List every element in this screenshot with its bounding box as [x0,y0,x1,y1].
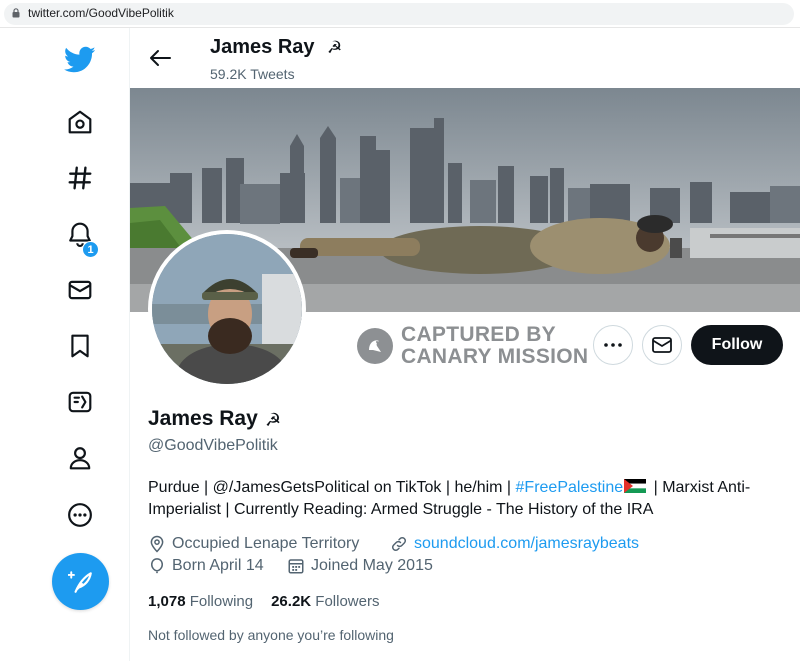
following-count: 1,078 [148,593,186,610]
hashtag-link[interactable]: #FreePalestine [516,479,624,496]
header-name: James Ray [210,36,315,58]
notification-badge: 1 [82,241,99,258]
message-button[interactable] [642,325,682,365]
website-row: soundcloud.com/jamesraybeats [390,535,639,553]
not-followed-note: Not followed by anyone you’re following [148,627,394,643]
profile-handle: @GoodVibePolitik [148,437,278,454]
joined-text: Joined May 2015 [311,557,433,574]
following-link[interactable]: 1,078 Following [148,593,253,610]
birthday-row: Born April 14 [148,557,264,575]
left-nav: 1 [0,28,130,661]
browser-url-bar: twitter.com/GoodVibePolitik [0,0,800,28]
profile-name-symbol: ☭ [265,410,282,430]
palestine-flag-icon [624,479,647,493]
explore-hashtag-icon[interactable] [58,156,102,200]
lock-icon [12,8,20,18]
balloon-icon [150,558,164,574]
envelope-icon [652,337,672,353]
follow-button[interactable]: Follow [691,325,783,365]
more-options-icon[interactable] [58,493,102,537]
location-text: Occupied Lenape Territory [172,535,360,552]
link-icon [391,536,407,552]
header-tweet-count: 59.2K Tweets [210,66,295,82]
joined-row: Joined May 2015 [287,557,433,575]
back-button[interactable] [146,46,174,70]
messages-envelope-icon[interactable] [58,268,102,312]
header-name-symbol: ☭ [327,38,343,57]
following-label: Following [189,593,254,610]
location-pin-icon [150,535,164,553]
canary-mission-logo-icon [357,328,393,364]
follow-stats: 1,078 Following 26.2K Followers [148,593,379,610]
twitter-logo-icon[interactable] [58,38,102,82]
website-link[interactable]: soundcloud.com/jamesraybeats [414,535,639,553]
calendar-icon [288,559,304,574]
bio-text-1: Purdue | @/JamesGetsPolitical on TikTok … [148,479,516,496]
bookmarks-icon[interactable] [58,324,102,368]
followers-count: 26.2K [271,593,312,610]
profile-person-icon[interactable] [58,436,102,480]
url-text[interactable]: twitter.com/GoodVibePolitik [28,6,174,20]
feather-plus-icon [67,570,92,593]
birthday-text: Born April 14 [172,557,264,574]
profile-avatar[interactable] [148,230,306,388]
ellipsis-icon [604,343,622,347]
location-row: Occupied Lenape Territory [148,535,359,553]
lists-icon[interactable] [58,380,102,424]
watermark-text: CAPTURED BY CANARY MISSION [401,324,588,368]
profile-name: James Ray [148,407,258,430]
compose-tweet-button[interactable] [52,553,109,610]
watermark-line-2: CANARY MISSION [401,345,589,368]
watermark-line-1: CAPTURED BY [401,323,556,346]
followers-link[interactable]: 26.2K Followers [271,593,379,610]
profile-bio: Purdue | @/JamesGetsPolitical on TikTok … [148,477,768,521]
more-actions-button[interactable] [593,325,633,365]
followers-label: Followers [315,593,380,610]
home-icon[interactable] [58,100,102,144]
arrow-left-icon [150,50,171,66]
